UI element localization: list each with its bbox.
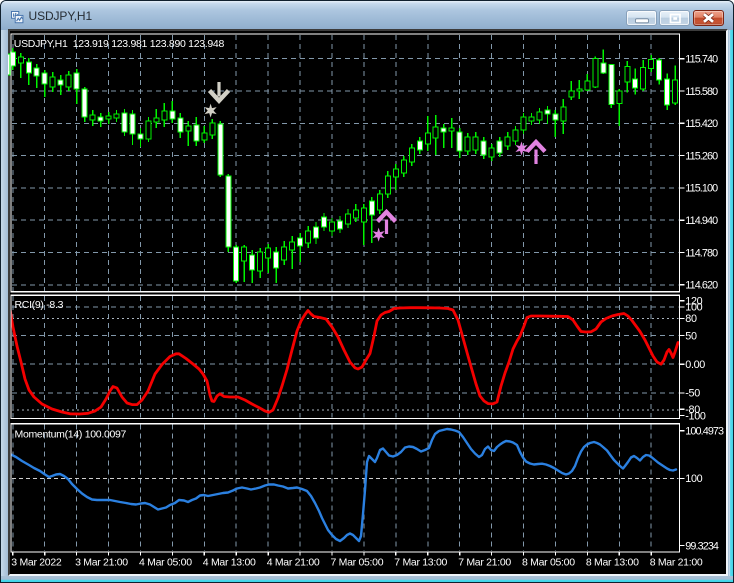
svg-text:3 Mar 2022: 3 Mar 2022 bbox=[11, 557, 62, 569]
svg-text:7 Mar 13:00: 7 Mar 13:00 bbox=[394, 557, 447, 569]
svg-text:100: 100 bbox=[685, 473, 702, 485]
svg-text:115.100: 115.100 bbox=[685, 183, 718, 195]
svg-text:80: 80 bbox=[685, 313, 697, 325]
svg-text:8 Mar 05:00: 8 Mar 05:00 bbox=[522, 557, 575, 569]
svg-text:100.4973: 100.4973 bbox=[685, 426, 724, 438]
svg-text:8 Mar 21:00: 8 Mar 21:00 bbox=[650, 557, 703, 569]
svg-text:4 Mar 05:00: 4 Mar 05:00 bbox=[139, 557, 192, 569]
svg-text:4 Mar 13:00: 4 Mar 13:00 bbox=[203, 557, 256, 569]
svg-text:7 Mar 05:00: 7 Mar 05:00 bbox=[331, 557, 384, 569]
svg-text:3 Mar 21:00: 3 Mar 21:00 bbox=[75, 557, 128, 569]
svg-text:8 Mar 13:00: 8 Mar 13:00 bbox=[586, 557, 639, 569]
svg-text:-100: -100 bbox=[685, 410, 706, 422]
svg-text:115.740: 115.740 bbox=[685, 54, 718, 66]
svg-text:99.3234: 99.3234 bbox=[685, 540, 719, 552]
svg-text:114.940: 114.940 bbox=[685, 215, 718, 227]
svg-text:114.620: 114.620 bbox=[685, 280, 718, 292]
svg-text:50: 50 bbox=[685, 330, 697, 342]
svg-text:100: 100 bbox=[685, 302, 702, 314]
svg-text:4 Mar 21:00: 4 Mar 21:00 bbox=[267, 557, 320, 569]
svg-text:7 Mar 21:00: 7 Mar 21:00 bbox=[458, 557, 511, 569]
svg-text:USDJPY,H1 123.919 123.981 123: USDJPY,H1 123.919 123.981 123.890 123.94… bbox=[14, 38, 225, 50]
svg-text:114.780: 114.780 bbox=[685, 247, 718, 259]
svg-text:RCI(9) -8.3: RCI(9) -8.3 bbox=[15, 299, 64, 311]
svg-text:115.420: 115.420 bbox=[685, 118, 718, 130]
svg-text:115.580: 115.580 bbox=[685, 86, 718, 98]
svg-text:Momentum(14) 100.0097: Momentum(14) 100.0097 bbox=[15, 429, 127, 441]
svg-text:115.260: 115.260 bbox=[685, 150, 718, 162]
svg-text:0.00: 0.00 bbox=[685, 359, 705, 371]
svg-text:-50: -50 bbox=[685, 388, 700, 400]
